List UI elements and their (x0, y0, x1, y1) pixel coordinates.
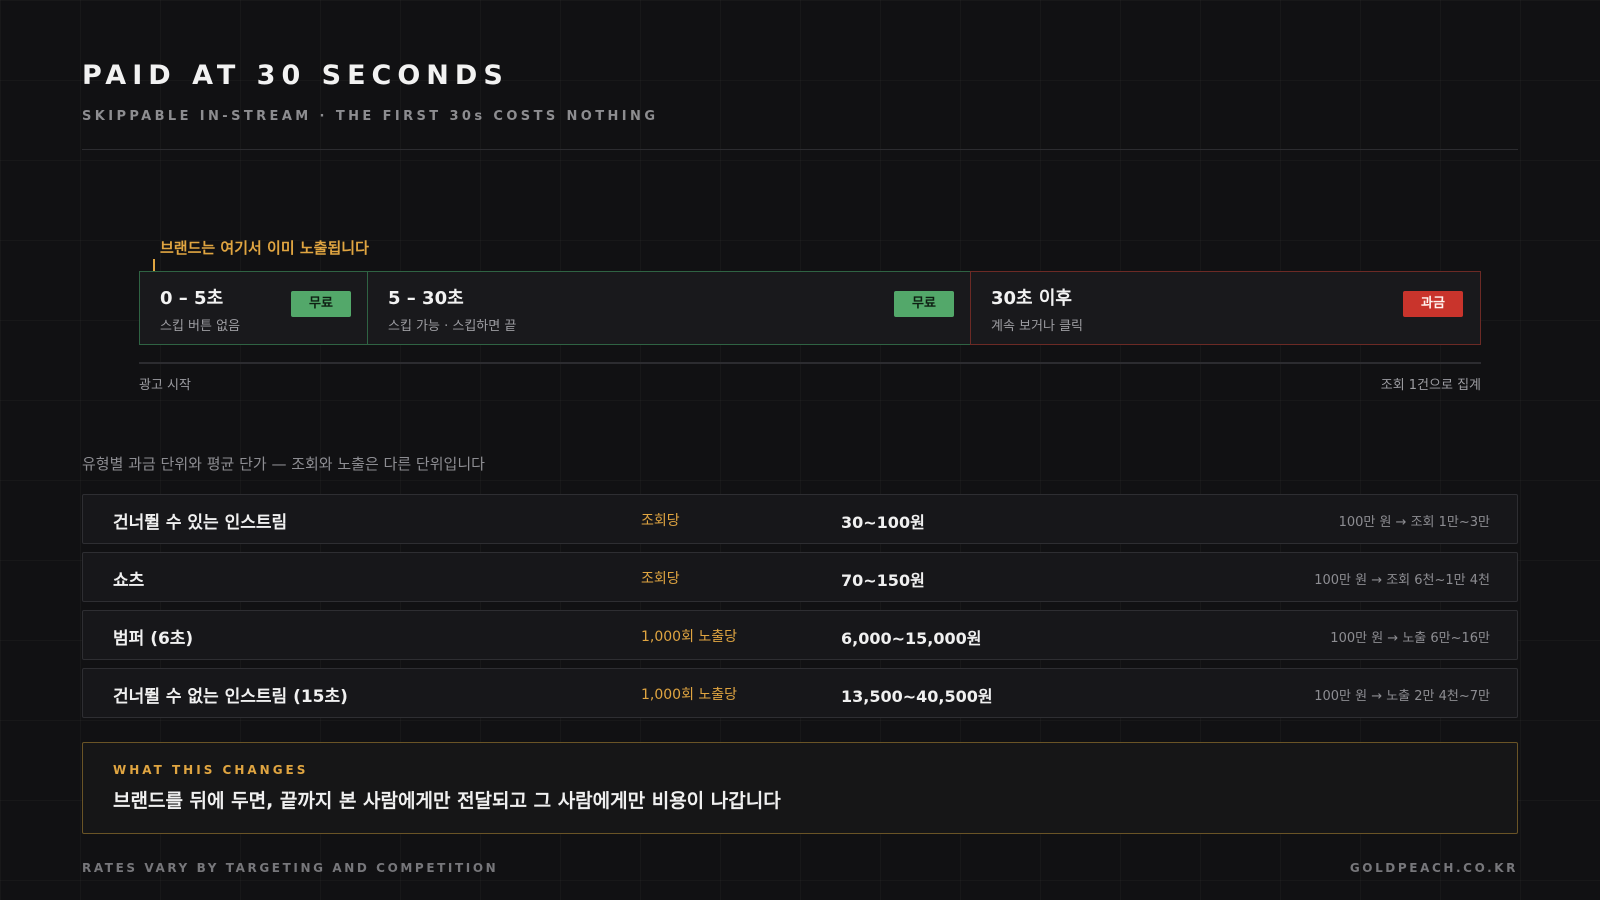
segment-time: 0 – 5초 (160, 288, 224, 309)
average-price: 13,500~40,500원 (841, 687, 993, 706)
budget-estimate: 100만 원 → 조회 1만~3만 (1338, 515, 1490, 530)
rate-row: 건너뛸 수 있는 인스트림 조회당 30~100원 100만 원 → 조회 1만… (82, 494, 1518, 544)
what-this-changes-panel: WHAT THIS CHANGES 브랜드를 뒤에 두면, 끝까지 본 사람에게… (82, 742, 1518, 834)
segment-description: 스킵 버튼 없음 (160, 319, 241, 334)
changes-label: WHAT THIS CHANGES (113, 763, 309, 777)
billing-unit: 1,000회 노출당 (641, 629, 738, 645)
free-badge: 무료 (291, 291, 351, 317)
rate-row: 건너뛸 수 없는 인스트림 (15초) 1,000회 노출당 13,500~40… (82, 668, 1518, 718)
header-divider (82, 149, 1518, 150)
footer-disclaimer: RATES VARY BY TARGETING AND COMPETITION (82, 861, 499, 875)
budget-estimate: 100만 원 → 조회 6천~1만 4천 (1314, 573, 1490, 588)
page-subtitle: SKIPPABLE IN-STREAM · THE FIRST 30s COST… (82, 109, 659, 124)
paid-badge: 과금 (1403, 291, 1463, 317)
callout-marker (153, 259, 155, 271)
average-price: 30~100원 (841, 513, 925, 532)
timeline-axis (139, 362, 1481, 364)
segment-description: 스킵 가능 · 스킵하면 끝 (388, 319, 517, 334)
page-title: PAID AT 30 SECONDS (82, 60, 509, 91)
billing-unit: 조회당 (641, 571, 680, 587)
timeline-segment-after-30s: 30초 이후 계속 보거나 클릭 과금 (970, 271, 1481, 345)
segment-description: 계속 보거나 클릭 (991, 319, 1083, 334)
billing-unit: 조회당 (641, 513, 680, 529)
ad-format-name: 범퍼 (6초) (113, 629, 194, 649)
segment-time: 30초 이후 (991, 288, 1072, 309)
ad-format-name: 건너뛸 수 없는 인스트림 (15초) (113, 687, 348, 707)
segment-time: 5 – 30초 (388, 288, 464, 309)
axis-end-label: 조회 1건으로 집계 (1380, 378, 1481, 393)
ad-format-name: 건너뛸 수 있는 인스트림 (113, 513, 288, 533)
free-badge: 무료 (894, 291, 954, 317)
timeline-segment-5-30s: 5 – 30초 스킵 가능 · 스킵하면 끝 무료 (367, 271, 971, 345)
brand-exposure-callout: 브랜드는 여기서 이미 노출됩니다 (160, 239, 369, 257)
average-price: 70~150원 (841, 571, 925, 590)
budget-estimate: 100만 원 → 노출 2만 4천~7만 (1314, 689, 1490, 704)
billing-unit: 1,000회 노출당 (641, 687, 738, 703)
rate-row: 쇼츠 조회당 70~150원 100만 원 → 조회 6천~1만 4천 (82, 552, 1518, 602)
changes-text: 브랜드를 뒤에 두면, 끝까지 본 사람에게만 전달되고 그 사람에게만 비용이… (113, 790, 781, 812)
budget-estimate: 100만 원 → 노출 6만~16만 (1330, 631, 1490, 646)
timeline-segment-0-5s: 0 – 5초 스킵 버튼 없음 무료 (139, 271, 368, 345)
ad-format-name: 쇼츠 (113, 571, 145, 591)
rates-caption: 유형별 과금 단위와 평균 단가 — 조회와 노출은 다른 단위입니다 (82, 455, 485, 473)
average-price: 6,000~15,000원 (841, 629, 982, 648)
rate-row: 범퍼 (6초) 1,000회 노출당 6,000~15,000원 100만 원 … (82, 610, 1518, 660)
footer-site: GOLDPEACH.CO.KR (1349, 861, 1518, 875)
axis-start-label: 광고 시작 (139, 378, 191, 393)
